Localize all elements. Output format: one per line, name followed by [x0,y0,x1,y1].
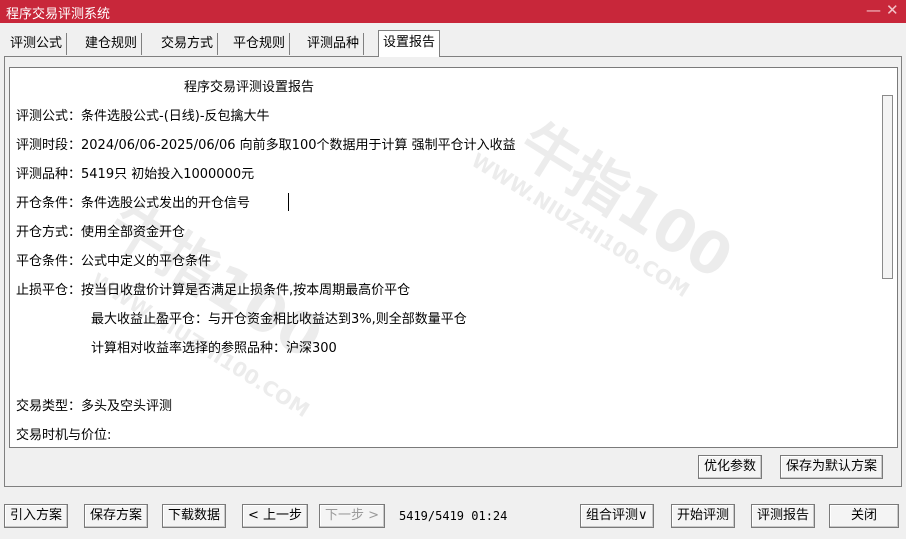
window-title: 程序交易评测系统 [6,7,111,22]
scrollbar-thumb[interactable] [882,95,893,279]
text-caret [288,193,289,211]
start-eval-button[interactable]: 开始评测 [671,504,736,528]
combo-eval-button[interactable]: 组合评测∨ [580,504,654,528]
report-line-close-condition: 平仓条件：公式中定义的平仓条件 [16,254,212,269]
next-step-button: 下一步 > [319,504,386,528]
progress-status: 5419/5419 01:24 [399,509,508,523]
watermark-site-right: WWW.NIUZHI100.COM [467,148,694,302]
tab-settings-report[interactable]: 设置报告 [378,30,441,57]
tab-formula[interactable]: 评测公式 [6,33,68,55]
eval-report-button[interactable]: 评测报告 [751,504,816,528]
report-line-timing: 交易时机与价位: [16,428,112,443]
close-window-button[interactable]: ✕ [886,1,899,19]
download-data-button[interactable]: 下载数据 [162,504,227,528]
report-line-open-mode: 开仓方式：使用全部资金开仓 [16,225,186,240]
report-line-benchmark: 计算相对收益率选择的参照品种：沪深300 [91,341,337,356]
report-line-period: 评测时段：2024/06/06-2025/06/06 向前多取100个数据用于计… [16,138,516,153]
save-plan-button[interactable]: 保存方案 [84,504,149,528]
tab-entry-rules[interactable]: 建仓规则 [81,33,143,55]
report-line-instruments: 评测品种：5419只 初始投入1000000元 [16,167,255,182]
minimize-button[interactable]: — [866,1,881,19]
title-bar: 程序交易评测系统 — ✕ [0,0,906,23]
close-button[interactable]: 关闭 [829,504,899,528]
settings-report-panel: 牛指100 WWW.NIUZHI100.COM 牛指100 WWW.NIUZHI… [4,56,902,487]
report-line-stop-loss: 止损平仓：按当日收盘价计算是否满足止损条件,按本周期最高价平仓 [16,283,411,298]
tab-instruments[interactable]: 评测品种 [303,33,365,55]
save-as-default-button[interactable]: 保存为默认方案 [780,455,884,479]
report-line-open-condition: 开仓条件：条件选股公式发出的开仓信号 [16,196,251,211]
report-line-trade-type: 交易类型：多头及空头评测 [16,399,173,414]
report-line-formula: 评测公式：条件选股公式-(日线)-反包擒大牛 [16,109,270,124]
report-text-area[interactable]: 牛指100 WWW.NIUZHI100.COM 牛指100 WWW.NIUZHI… [9,67,898,448]
watermark-logo-right: 牛指100 [507,109,745,293]
tab-trade-mode[interactable]: 交易方式 [157,33,219,55]
import-plan-button[interactable]: 引入方案 [4,504,69,528]
prev-step-button[interactable]: < 上一步 [242,504,309,528]
report-scrollbar[interactable] [879,69,896,446]
report-line-take-profit: 最大收益止盈平仓：与开仓资金相比收益达到3%,则全部数量平仓 [91,312,467,327]
optimize-params-button[interactable]: 优化参数 [698,455,763,479]
tab-exit-rules[interactable]: 平仓规则 [229,33,291,55]
report-heading: 程序交易评测设置报告 [184,80,315,95]
